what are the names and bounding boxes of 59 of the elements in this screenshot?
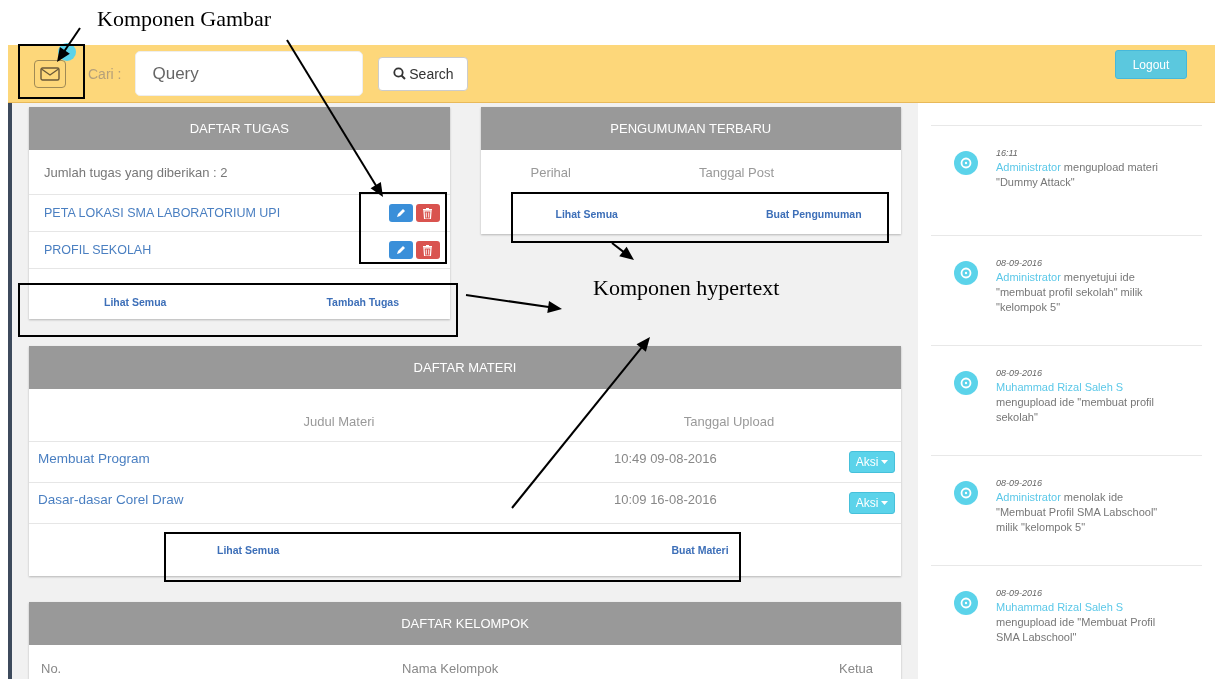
delete-button[interactable] [415,204,440,222]
search-icon [393,67,407,80]
clock-icon [954,371,978,395]
column-header: Perihal [530,164,571,180]
upload-date: 10:49 09-08-2016 [613,450,718,466]
footer-link[interactable]: Buat Materi [671,544,729,556]
footer-link[interactable]: Lihat Semua [217,544,280,556]
trash-icon [423,207,432,219]
footer-link[interactable]: Lihat Semua [555,208,618,220]
column-header: Tanggal Post [698,164,775,180]
task-link[interactable]: PROFIL SEKOLAH [44,243,152,257]
activity-message: Administrator menyetujui ide "membuat profil sekolah" milik "kelompok 5" [996,270,1144,315]
annotation-arrow [57,27,81,62]
clock-icon [954,481,978,505]
envelope-icon [40,66,60,81]
activity-time: 16:11 [996,148,1019,158]
material-link[interactable]: Membuat Program [38,442,549,466]
column-header: Nama Kelompok [402,661,499,676]
task-link[interactable]: PETA LOKASI SMA LABORATORIUM UPI [44,206,281,220]
activity-time: 08-09-2016 [996,368,1044,378]
card-header: DAFTAR TUGAS [29,107,450,150]
pencil-icon [395,208,406,218]
activity-time: 08-09-2016 [996,588,1044,598]
upload-date: 10:09 16-08-2016 [613,491,718,507]
card-header: DAFTAR KELOMPOK [29,602,901,645]
annotation-arrow [611,242,634,260]
column-header: Judul Materi [303,412,375,429]
search-button[interactable]: Search [378,56,469,91]
caret-icon [881,501,889,505]
column-header: Ketua [839,661,873,676]
pencil-icon [395,245,406,255]
annotation-label: Komponen hypertext [593,275,780,301]
activity-message: Muhammad Rizal Saleh S mengupload ide "membuat profil sekolah" [996,380,1155,425]
clock-icon [954,591,978,615]
activity-message: Administrator menolak ide "Membuat Profil SMA Labschool" milik "kelompok 5" [996,490,1159,535]
mail-button[interactable] [34,59,66,88]
activity-message: Administrator mengupload materi "Dummy Attack" [996,160,1160,190]
search-field[interactable]: Query [135,51,364,96]
clock-icon [954,261,978,285]
annotation-label: Komponen Gambar [97,6,272,32]
edit-button[interactable] [388,204,413,222]
footer-link[interactable]: Tambah Tugas [326,296,399,308]
delete-button[interactable] [415,241,440,259]
activity-time: 08-09-2016 [996,478,1044,488]
edit-button[interactable] [388,241,413,259]
column-header: Tanggal Upload [683,412,775,429]
material-link[interactable]: Dasar-dasar Corel Draw [38,483,549,507]
annotation-frame [18,44,85,99]
card-header: PENGUMUMAN TERBARU [480,107,901,150]
activity-message: Muhammad Rizal Saleh S mengupload ide "Membuat Profil SMA Labschool" [996,600,1157,645]
activity-time: 08-09-2016 [996,258,1044,268]
column-header: No. [41,661,62,676]
footer-link[interactable]: Lihat Semua [104,296,167,308]
footer-link[interactable]: Buat Pengumuman [765,208,862,220]
search-label: Cari : [88,65,122,82]
card-header: DAFTAR MATERI [29,346,901,389]
trash-icon [423,244,432,256]
clock-icon [954,151,978,175]
caret-icon [881,460,889,464]
